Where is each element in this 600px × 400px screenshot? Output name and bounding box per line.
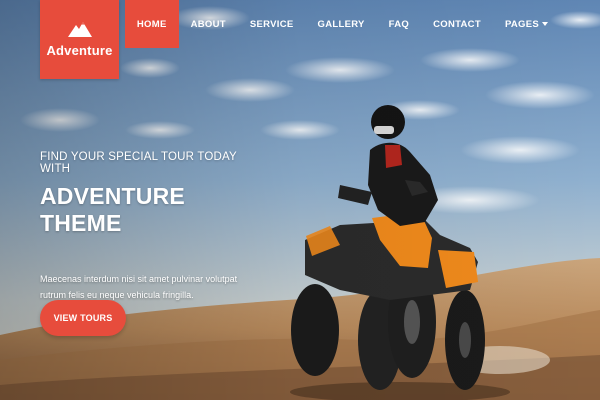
nav-contact-label: CONTACT — [433, 18, 481, 30]
mountain-icon — [67, 22, 92, 37]
nav-faq-label: FAQ — [388, 18, 410, 30]
nav-pages-dropdown[interactable]: PAGES — [493, 0, 560, 48]
nav-about[interactable]: ABOUT — [179, 0, 238, 48]
nav-service-label: SERVICE — [249, 18, 294, 30]
hero-description: Maecenas interdum nisi sit amet pulvinar… — [40, 274, 238, 300]
nav-home-label: HOME — [136, 18, 167, 30]
nav-pages-label: PAGES — [504, 18, 539, 30]
hero-content: FIND YOUR SPECIAL TOUR TODAY WITH ADVENT… — [40, 151, 270, 303]
site-header: Adventure HOME ABOUT SERVICE GALLERY FAQ… — [0, 0, 600, 79]
nav-about-label: ABOUT — [190, 18, 226, 30]
brand-logo[interactable]: Adventure — [40, 0, 119, 79]
nav-service[interactable]: SERVICE — [238, 0, 306, 48]
nav-contact[interactable]: CONTACT — [421, 0, 493, 48]
nav-gallery[interactable]: GALLERY — [306, 0, 377, 48]
main-nav: HOME ABOUT SERVICE GALLERY FAQ CONTACT P… — [124, 0, 560, 48]
nav-gallery-label: GALLERY — [317, 18, 365, 30]
hero-headline: ADVENTURE THEME — [40, 183, 185, 236]
caret-down-icon — [542, 22, 548, 26]
hero-eyebrow: FIND YOUR SPECIAL TOUR TODAY WITH — [40, 151, 237, 175]
nav-home[interactable]: HOME — [124, 0, 179, 48]
brand-name: Adventure — [46, 43, 113, 58]
view-tours-button[interactable]: VIEW TOURS — [40, 300, 126, 336]
nav-faq[interactable]: FAQ — [377, 0, 421, 48]
